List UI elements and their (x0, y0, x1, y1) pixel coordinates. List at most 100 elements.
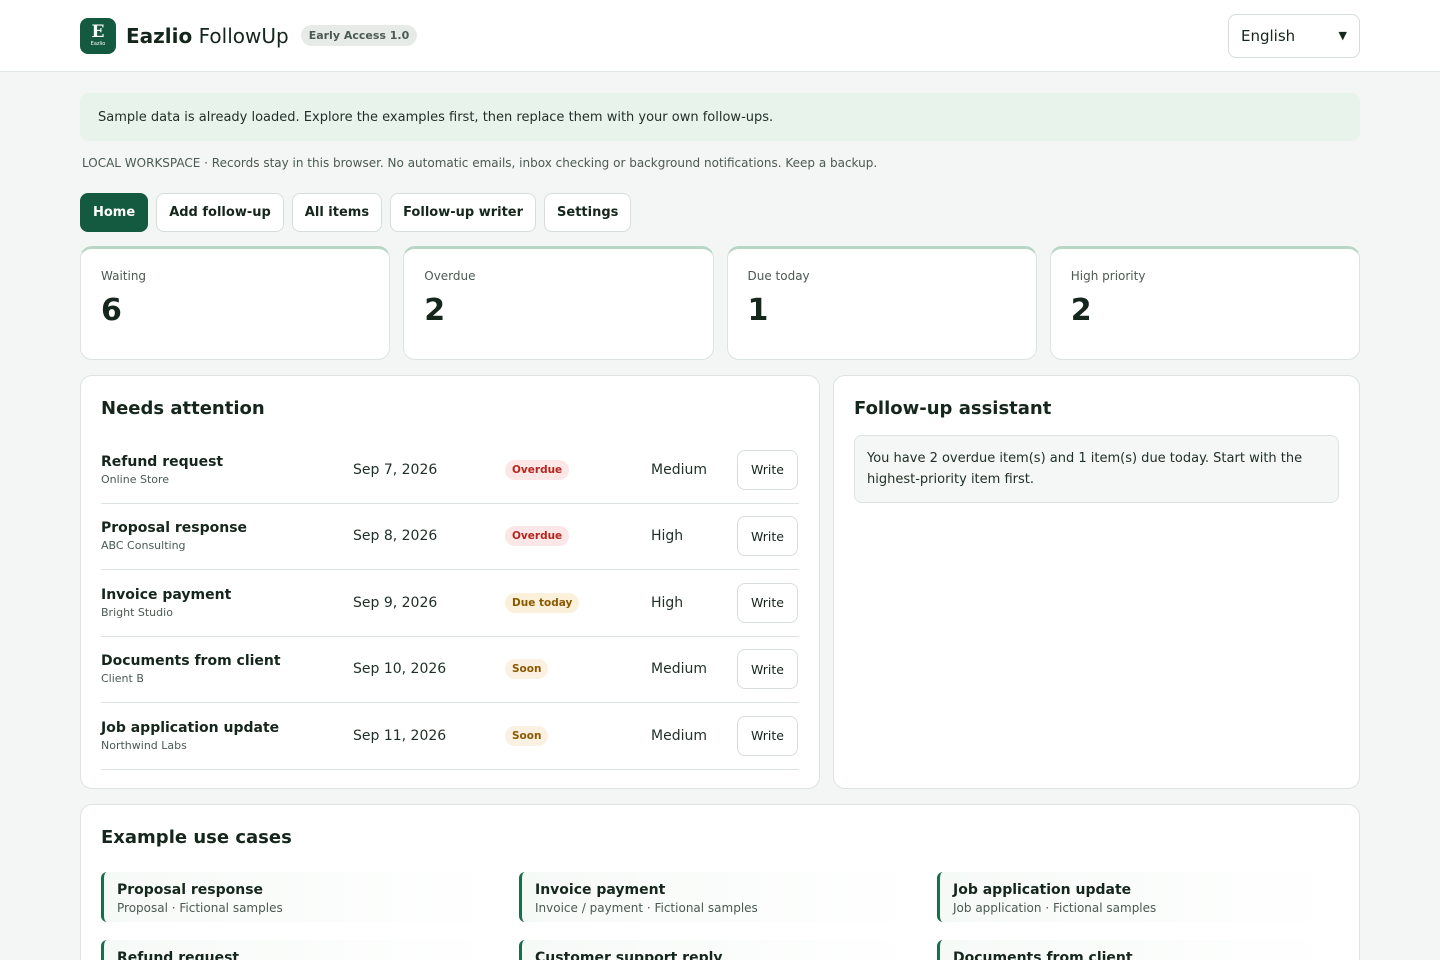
table-row: Proposal response ABC Consulting Sep 8, … (101, 504, 799, 570)
tab-add-follow-up[interactable]: Add follow-up (156, 193, 284, 232)
stat-label: High priority (1070, 269, 1146, 283)
table-row: Invoice payment Bright Studio Sep 9, 202… (101, 570, 799, 637)
example-card-documents-from-client[interactable]: Documents from client (937, 940, 1339, 960)
examples-title: Example use cases (101, 827, 292, 848)
stat-card-due-today: Due today 1 (726, 246, 1037, 360)
needs-attention-panel: Needs attention Refund request Online St… (80, 375, 820, 789)
item-date: Sep 10, 2026 (353, 661, 447, 678)
tab-follow-up-writer[interactable]: Follow-up writer (390, 193, 537, 232)
stat-value: 6 (101, 293, 122, 328)
item-contact: Online Store (101, 472, 170, 486)
stat-label: Due today (747, 269, 810, 283)
item-date: Sep 11, 2026 (353, 727, 447, 744)
tab-settings[interactable]: Settings (544, 193, 632, 232)
write-button[interactable]: Write (737, 715, 798, 756)
example-card-proposal-response[interactable]: Proposal response Proposal · Fictional s… (101, 872, 503, 922)
item-status: Overdue (505, 459, 651, 480)
attention-assistant-row: Needs attention Refund request Online St… (80, 375, 1360, 789)
attention-list: Refund request Online Store Sep 7, 2026 … (101, 437, 799, 770)
example-subtitle: Job application · Fictional samples (953, 901, 1157, 915)
stat-card-overdue: Overdue 2 (403, 246, 714, 360)
example-title: Proposal response (117, 882, 264, 898)
item-contact: Northwind Labs (101, 738, 187, 752)
write-button[interactable]: Write (737, 516, 798, 557)
sample-data-notice: Sample data is already loaded. Explore t… (80, 93, 1360, 141)
example-title: Invoice payment (535, 882, 666, 898)
item-title: Refund request (101, 453, 224, 470)
item-status: Overdue (505, 526, 651, 547)
write-button[interactable]: Write (737, 449, 798, 490)
stats-row: Waiting 6 Overdue 2 Due today 1 High pri… (80, 246, 1360, 360)
item-title: Job application update (101, 719, 280, 736)
chevron-down-icon: ▼ (1338, 29, 1347, 42)
status-badge: Soon (505, 725, 549, 746)
item-priority: High (651, 594, 684, 611)
workspace-note: LOCAL WORKSPACE · Records stay in this b… (82, 156, 878, 170)
language-select[interactable]: English ▼ (1228, 13, 1360, 58)
example-card-refund-request[interactable]: Refund request (101, 940, 503, 960)
logo-small-text: Eazlio (90, 41, 106, 47)
notice-text: Sample data is already loaded. Explore t… (98, 109, 774, 125)
example-title: Customer support reply (535, 950, 723, 960)
version-badge: Early Access 1.0 (300, 25, 418, 46)
brand-name: Eazlio FollowUp (126, 24, 289, 48)
stat-card-high-priority: High priority 2 (1049, 246, 1360, 360)
status-badge: Overdue (505, 526, 570, 547)
item-date: Sep 9, 2026 (353, 594, 438, 611)
examples-grid: Proposal response Proposal · Fictional s… (101, 872, 1339, 960)
logo-icon: E Eazlio (80, 17, 116, 54)
status-badge: Soon (505, 659, 549, 680)
stat-value: 2 (424, 293, 446, 328)
table-row: Documents from client Client B Sep 10, 2… (101, 637, 799, 703)
example-subtitle: Invoice / payment · Fictional samples (535, 901, 758, 915)
status-badge: Overdue (505, 459, 570, 480)
stat-value: 1 (747, 293, 769, 328)
item-priority: Medium (651, 661, 707, 678)
table-row: Refund request Online Store Sep 7, 2026 … (101, 437, 799, 504)
example-use-cases-panel: Example use cases Proposal response Prop… (80, 804, 1360, 960)
item-main: Proposal response ABC Consulting (101, 520, 353, 552)
item-date: Sep 8, 2026 (353, 528, 438, 545)
item-priority: Medium (651, 727, 707, 744)
item-priority: Medium (651, 461, 707, 478)
item-priority: High (651, 528, 684, 545)
brand-name-rest: FollowUp (198, 23, 289, 48)
write-button[interactable]: Write (737, 649, 798, 690)
needs-attention-title: Needs attention (101, 398, 265, 419)
item-status: Soon (505, 659, 651, 680)
item-title: Proposal response (101, 520, 248, 537)
item-status: Due today (505, 592, 651, 613)
assistant-message: You have 2 overdue item(s) and 1 item(s)… (854, 435, 1339, 503)
item-main: Invoice payment Bright Studio (101, 587, 353, 619)
tab-all-items[interactable]: All items (291, 193, 383, 232)
example-card-invoice-payment[interactable]: Invoice payment Invoice / payment · Fict… (519, 872, 921, 922)
example-card-customer-support-reply[interactable]: Customer support reply (519, 940, 921, 960)
item-date: Sep 7, 2026 (353, 461, 438, 478)
write-button[interactable]: Write (737, 582, 798, 623)
logo-letter: E (91, 22, 105, 42)
top-bar: E Eazlio Eazlio FollowUp Early Access 1.… (0, 0, 1440, 72)
brand-name-bold: Eazlio (126, 23, 193, 48)
tab-home[interactable]: Home (80, 193, 149, 232)
item-contact: Bright Studio (101, 605, 173, 619)
example-title: Refund request (117, 950, 240, 960)
item-main: Job application update Northwind Labs (101, 720, 353, 752)
example-card-job-application-update[interactable]: Job application update Job application ·… (937, 872, 1339, 922)
example-title: Documents from client (953, 950, 1133, 960)
item-title: Documents from client (101, 653, 281, 670)
main-tabs: Home Add follow-up All items Follow-up w… (80, 193, 1360, 232)
example-title: Job application update (953, 882, 1132, 898)
main-content: Sample data is already loaded. Explore t… (0, 72, 1440, 960)
item-title: Invoice payment (101, 586, 232, 603)
status-badge: Due today (505, 592, 580, 613)
table-row: Job application update Northwind Labs Se… (101, 703, 799, 770)
example-subtitle: Proposal · Fictional samples (117, 901, 283, 915)
assistant-title: Follow-up assistant (854, 398, 1052, 419)
follow-up-assistant-panel: Follow-up assistant You have 2 overdue i… (833, 375, 1360, 789)
item-main: Refund request Online Store (101, 454, 353, 486)
stat-card-waiting: Waiting 6 (80, 246, 391, 360)
item-contact: ABC Consulting (101, 539, 186, 553)
brand[interactable]: E Eazlio Eazlio FollowUp Early Access 1.… (80, 17, 418, 54)
stat-label: Overdue (424, 269, 476, 283)
stat-value: 2 (1070, 293, 1092, 328)
